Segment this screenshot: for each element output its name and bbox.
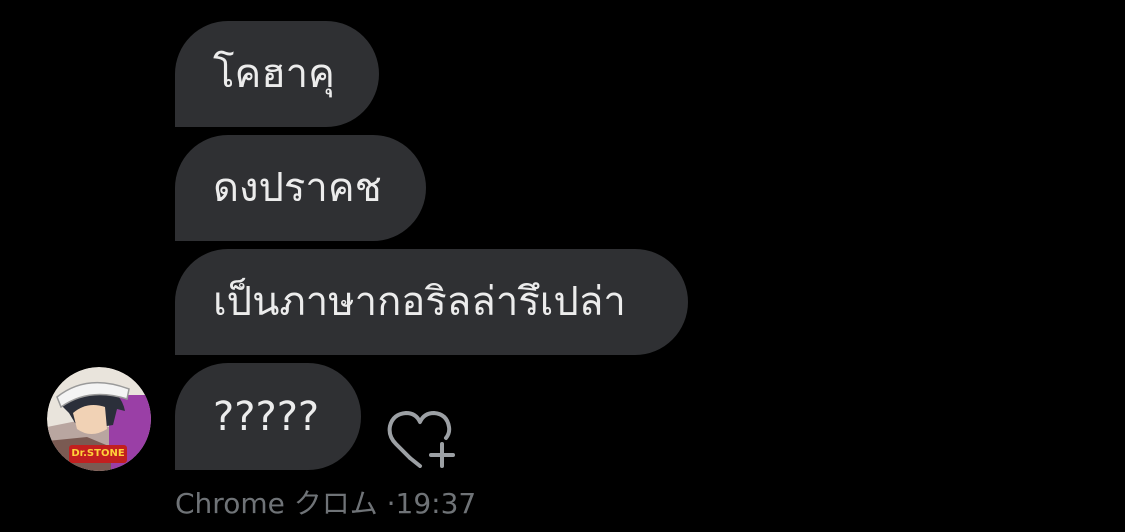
sender-name[interactable]: Chrome クロム xyxy=(175,487,378,520)
message-bubble[interactable]: โคฮาคุ xyxy=(175,21,379,127)
message-text: เป็นภาษากอริลล่ารึเปล่า xyxy=(213,279,626,325)
message-time: ·19:37 xyxy=(386,487,477,520)
heart-plus-icon xyxy=(387,411,455,468)
message-bubble[interactable]: ????? xyxy=(175,363,361,470)
message-meta: Chrome クロム ·19:37 xyxy=(175,482,476,522)
message-text: ????? xyxy=(213,393,320,440)
avatar[interactable]: Dr.STONE xyxy=(47,367,151,471)
add-reaction-button[interactable] xyxy=(386,404,458,468)
avatar-logo-text: Dr.STONE xyxy=(71,448,125,459)
message-text: ดงปราคช xyxy=(213,165,382,211)
message-bubble[interactable]: เป็นภาษากอริลล่ารึเปล่า xyxy=(175,249,688,355)
message-bubble[interactable]: ดงปราคช xyxy=(175,135,426,241)
message-text: โคฮาคุ xyxy=(213,51,335,97)
